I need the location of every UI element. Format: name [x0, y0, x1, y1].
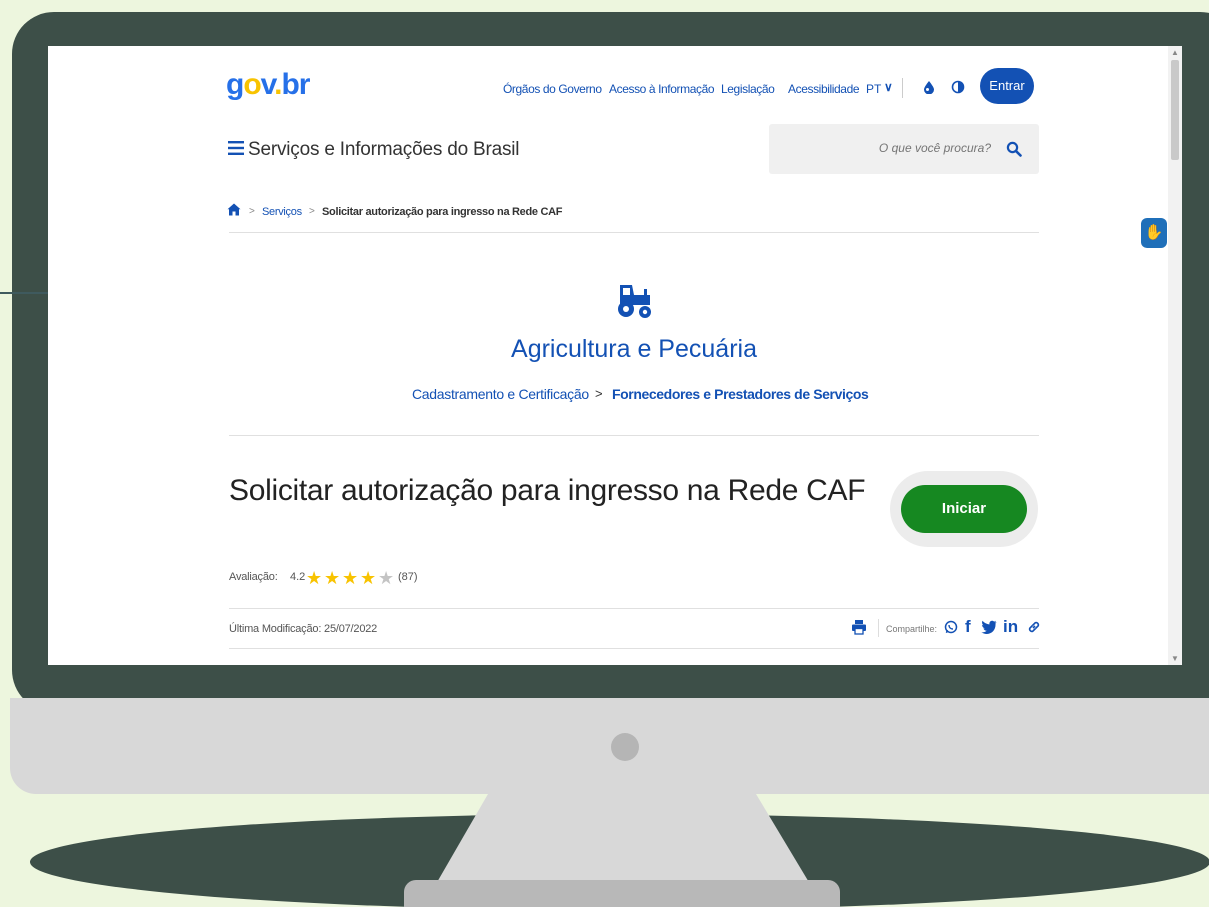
- topic-link[interactable]: Fornecedores e Prestadores de Serviços: [612, 386, 869, 402]
- share-divider: [878, 619, 879, 637]
- start-button-wrapper: Iniciar: [890, 471, 1038, 547]
- whatsapp-icon[interactable]: [944, 620, 958, 634]
- link-orgaos-do-governo[interactable]: Órgãos do Governo: [503, 82, 602, 96]
- browser-screen: ▲ ▼ ✋ gov.br Órgãos do Governo Acesso à …: [48, 46, 1182, 665]
- breadcrumb-separator: >: [309, 206, 315, 217]
- logo-letter-v: v: [260, 68, 276, 101]
- search-box: [769, 124, 1039, 174]
- rating-label: Avaliação:: [229, 571, 278, 583]
- rating-star[interactable]: ★: [342, 568, 358, 588]
- link-acessibilidade[interactable]: Acessibilidade: [788, 82, 860, 96]
- category-title[interactable]: Agricultura e Pecuária: [348, 335, 920, 364]
- last-modified: Última Modificação: 25/07/2022: [229, 623, 378, 635]
- twitter-icon[interactable]: [981, 620, 997, 634]
- breadcrumb-item-servicos[interactable]: Serviços: [262, 206, 302, 218]
- divider: [229, 232, 1039, 233]
- color-drop-icon[interactable]: [922, 80, 936, 94]
- link-icon[interactable]: [1026, 619, 1042, 635]
- rating-star[interactable]: ★: [378, 568, 394, 588]
- divider: [229, 648, 1039, 649]
- monitor-foot: [404, 880, 840, 907]
- logo-letter-g: g: [226, 68, 244, 101]
- facebook-icon[interactable]: f: [965, 617, 971, 637]
- chevron-down-icon[interactable]: ∨: [884, 80, 893, 94]
- login-button[interactable]: Entrar: [980, 68, 1034, 104]
- logo-letter-o: o: [243, 68, 261, 101]
- scroll-down-arrow-icon[interactable]: ▼: [1171, 655, 1179, 663]
- rating-count: (87): [398, 571, 418, 583]
- vertical-scrollbar[interactable]: ▲ ▼: [1168, 46, 1182, 665]
- start-button[interactable]: Iniciar: [901, 485, 1027, 533]
- header-divider: [902, 78, 903, 98]
- search-icon[interactable]: [1006, 141, 1022, 157]
- divider: [229, 608, 1039, 609]
- breadcrumb-item-current: Solicitar autorização para ingresso na R…: [322, 206, 563, 218]
- rating-star[interactable]: ★: [360, 568, 376, 588]
- site-title[interactable]: Serviços e Informações do Brasil: [248, 139, 520, 161]
- scroll-up-arrow-icon[interactable]: ▲: [1171, 49, 1179, 57]
- home-icon[interactable]: [227, 203, 241, 216]
- subcategory-separator: >: [595, 386, 603, 401]
- rating-value: 4.2: [290, 571, 306, 583]
- linkedin-icon[interactable]: in: [1003, 617, 1018, 637]
- link-acesso-a-informacao[interactable]: Acesso à Informação: [609, 82, 715, 96]
- share-label: Compartilhe:: [886, 624, 938, 634]
- monitor-neck: [436, 794, 810, 884]
- search-input[interactable]: [789, 140, 993, 156]
- rating-star[interactable]: ★: [306, 568, 322, 588]
- vlibras-sign-language-icon[interactable]: ✋: [1141, 218, 1167, 248]
- subcategory-link[interactable]: Cadastramento e Certificação: [412, 386, 589, 402]
- rating-star[interactable]: ★: [324, 568, 340, 588]
- scroll-thumb[interactable]: [1171, 60, 1179, 160]
- link-legislacao[interactable]: Legislação: [721, 82, 775, 96]
- language-selector[interactable]: PT: [866, 82, 881, 96]
- govbr-logo[interactable]: gov.br: [226, 68, 310, 102]
- print-icon[interactable]: [851, 619, 867, 635]
- divider: [229, 435, 1039, 436]
- hamburger-menu-icon[interactable]: [228, 141, 244, 155]
- tractor-icon: [618, 285, 651, 318]
- page-title: Solicitar autorização para ingresso na R…: [229, 474, 866, 507]
- breadcrumb-separator: >: [249, 206, 255, 217]
- logo-letters-br: br: [281, 68, 310, 101]
- contrast-icon[interactable]: [951, 80, 965, 94]
